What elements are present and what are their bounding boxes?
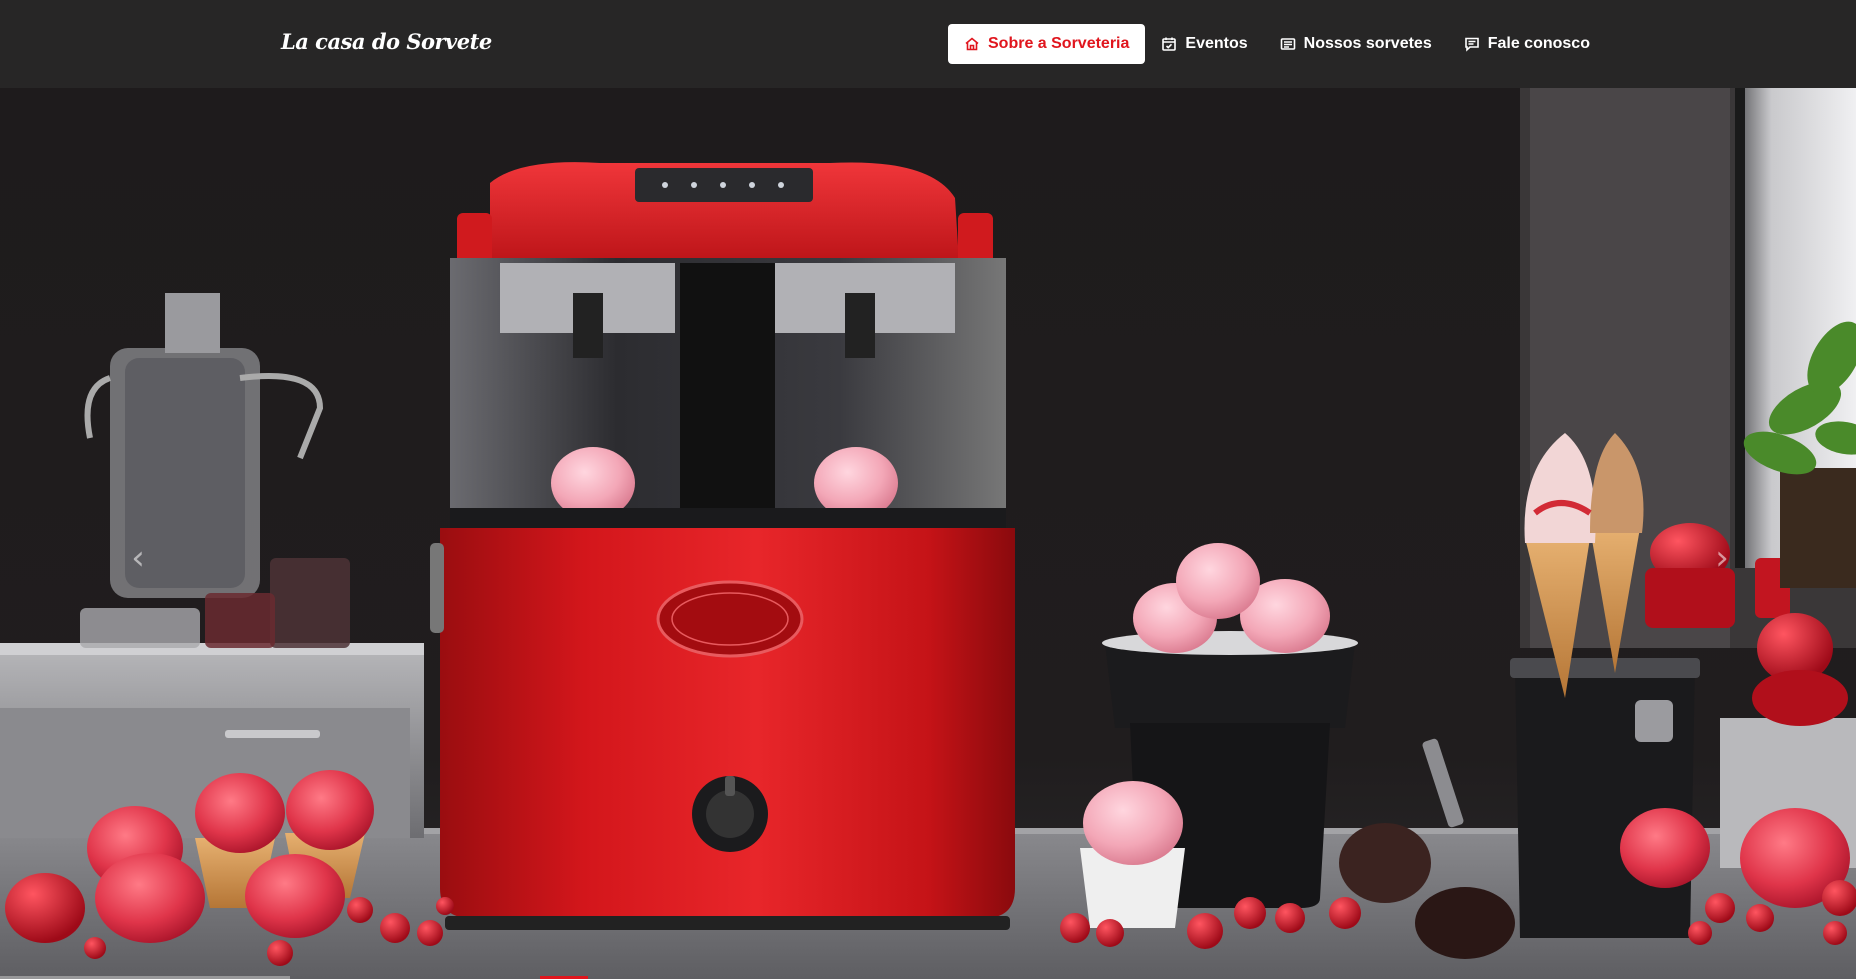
chevron-left-icon[interactable]: ‹ (118, 528, 158, 588)
ice-cream-machine-photo (0, 88, 1856, 979)
hero-carousel: ‹ › (0, 88, 1856, 979)
nav-item-label: Sobre a Sorveteria (988, 35, 1130, 52)
nav-item-label: Eventos (1185, 35, 1248, 52)
nav-item-contato[interactable]: Fale conosco (1448, 24, 1606, 64)
calendar-icon (1161, 36, 1177, 52)
top-navbar: La casa do Sorvete Sobre a Sorveteria Ev… (0, 0, 1856, 88)
nav-item-sorvetes[interactable]: Nossos sorvetes (1264, 24, 1448, 64)
house-icon (964, 36, 980, 52)
list-card-icon (1280, 36, 1296, 52)
chevron-right-icon[interactable]: › (1702, 528, 1742, 588)
main-nav: Sobre a Sorveteria Eventos Nossos sorvet… (948, 24, 1606, 64)
brand-logo[interactable]: La casa do Sorvete (281, 29, 492, 54)
nav-item-eventos[interactable]: Eventos (1145, 24, 1263, 64)
nav-item-label: Nossos sorvetes (1303, 35, 1432, 52)
nav-item-label: Fale conosco (1487, 35, 1590, 52)
nav-item-sobre[interactable]: Sobre a Sorveteria (948, 24, 1146, 64)
chat-icon (1464, 36, 1480, 52)
